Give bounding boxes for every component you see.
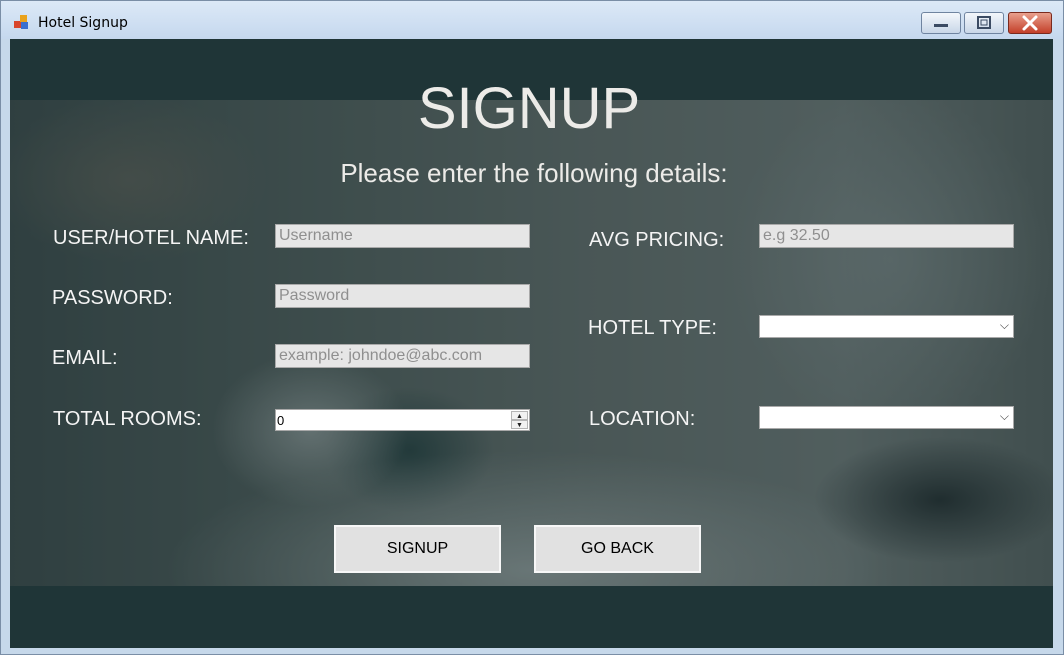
- avg-pricing-input[interactable]: [759, 224, 1014, 248]
- total-rooms-label: TOTAL ROOMS:: [53, 408, 202, 430]
- password-input[interactable]: [275, 284, 530, 308]
- total-rooms-value: 0: [277, 413, 285, 428]
- window-title: Hotel Signup: [38, 15, 128, 31]
- minimize-icon: [934, 24, 948, 27]
- signup-button[interactable]: SIGNUP: [334, 525, 501, 573]
- location-label: LOCATION:: [589, 408, 696, 430]
- hotel-type-select[interactable]: ⌵: [759, 315, 1014, 338]
- username-label: USER/HOTEL NAME:: [53, 227, 249, 249]
- title-bar[interactable]: Hotel Signup: [1, 1, 1063, 39]
- close-button[interactable]: [1008, 12, 1052, 34]
- chevron-down-icon[interactable]: ⌵: [1000, 409, 1009, 424]
- location-select[interactable]: ⌵: [759, 406, 1014, 429]
- maximize-button[interactable]: [964, 12, 1004, 34]
- form-area: SIGNUP Please enter the following detail…: [10, 39, 1053, 648]
- password-label: PASSWORD:: [52, 287, 173, 309]
- close-icon: [1022, 15, 1038, 31]
- total-rooms-stepper[interactable]: 0 ▲ ▼: [275, 409, 530, 431]
- stepper-buttons[interactable]: ▲ ▼: [511, 411, 528, 429]
- avg-pricing-label: AVG PRICING:: [589, 229, 725, 251]
- app-icon: [14, 15, 30, 31]
- maximize-icon: [977, 16, 991, 29]
- app-window: Hotel Signup SIGNUP Please enter the fol…: [0, 0, 1064, 655]
- go-back-button[interactable]: GO BACK: [534, 525, 701, 573]
- email-label: EMAIL:: [52, 347, 118, 369]
- email-input[interactable]: [275, 344, 530, 368]
- stepper-up-icon[interactable]: ▲: [511, 411, 528, 420]
- page-title: SIGNUP: [417, 76, 641, 141]
- hotel-type-label: HOTEL TYPE:: [588, 317, 717, 339]
- minimize-button[interactable]: [921, 12, 961, 34]
- page-subtitle: Please enter the following details:: [340, 158, 728, 188]
- chevron-down-icon[interactable]: ⌵: [1000, 318, 1009, 333]
- username-input[interactable]: [275, 224, 530, 248]
- stepper-down-icon[interactable]: ▼: [511, 420, 528, 429]
